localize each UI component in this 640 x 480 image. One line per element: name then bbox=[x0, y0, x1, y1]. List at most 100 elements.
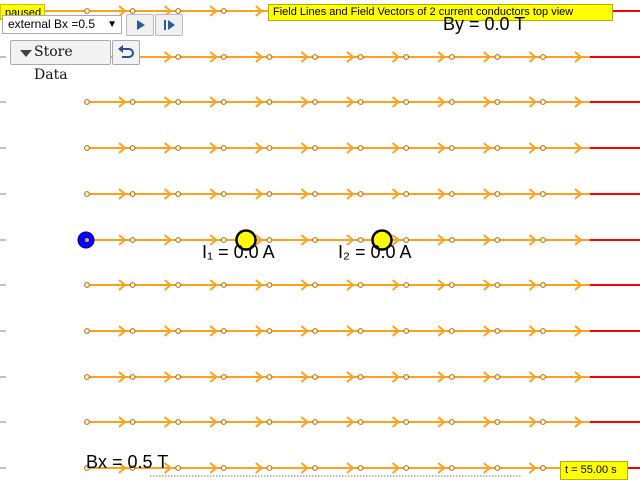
i1-readout: I₁ = 0.0 A bbox=[202, 242, 275, 262]
field-node bbox=[129, 282, 136, 288]
field-node bbox=[357, 145, 364, 151]
field-node bbox=[403, 54, 410, 60]
field-node bbox=[448, 54, 455, 60]
field-node bbox=[540, 419, 546, 425]
field-node bbox=[448, 328, 455, 334]
field-node bbox=[312, 374, 318, 380]
field-node bbox=[175, 465, 182, 471]
field-node bbox=[220, 419, 227, 425]
field-node bbox=[403, 465, 410, 471]
field-node bbox=[266, 282, 273, 288]
probe-dot bbox=[85, 238, 89, 242]
undo-button[interactable] bbox=[112, 40, 140, 65]
field-node bbox=[84, 99, 90, 105]
field-node bbox=[448, 419, 455, 425]
axis-ticks bbox=[0, 10, 6, 469]
store-data-label: Store Data bbox=[34, 44, 73, 83]
step-forward-button[interactable] bbox=[155, 14, 183, 36]
field-node bbox=[312, 328, 318, 334]
field-node bbox=[129, 328, 136, 334]
play-icon bbox=[137, 20, 145, 30]
field-node bbox=[540, 99, 546, 105]
field-node bbox=[220, 191, 227, 197]
field-node bbox=[84, 8, 90, 14]
field-select-value: external Bx =0.5 bbox=[8, 17, 96, 31]
field-node bbox=[494, 191, 501, 197]
field-node bbox=[494, 99, 501, 105]
dropdown-arrow-icon: ▼ bbox=[107, 19, 117, 30]
field-node bbox=[357, 99, 364, 105]
field-node bbox=[266, 54, 273, 60]
field-node bbox=[403, 328, 410, 334]
field-select[interactable]: external Bx =0.5 ▼ bbox=[2, 15, 122, 34]
field-node bbox=[220, 282, 227, 288]
field-node bbox=[175, 282, 182, 288]
field-node bbox=[403, 99, 410, 105]
play-button[interactable] bbox=[126, 14, 154, 36]
field-node bbox=[220, 328, 227, 334]
field-node bbox=[266, 419, 273, 425]
field-node bbox=[540, 191, 546, 197]
field-node bbox=[312, 99, 318, 105]
field-node bbox=[220, 374, 227, 380]
by-readout: By = 0.0 T bbox=[443, 14, 526, 34]
field-node bbox=[129, 99, 136, 105]
field-node bbox=[129, 8, 136, 14]
field-node bbox=[494, 54, 501, 60]
field-node bbox=[175, 191, 182, 197]
field-node bbox=[84, 328, 90, 334]
field-node bbox=[84, 191, 90, 197]
field-node bbox=[312, 282, 318, 288]
field-node bbox=[266, 374, 273, 380]
field-node bbox=[220, 99, 227, 105]
field-node bbox=[494, 419, 501, 425]
field-node bbox=[494, 145, 501, 151]
title-box: Field Lines and Field Vectors of 2 curre… bbox=[268, 4, 613, 21]
field-node bbox=[312, 237, 318, 243]
field-node bbox=[357, 191, 364, 197]
field-node bbox=[175, 8, 182, 14]
field-node bbox=[312, 54, 318, 60]
step-forward-icon bbox=[164, 20, 175, 30]
field-node bbox=[84, 282, 90, 288]
field-node bbox=[266, 465, 273, 471]
field-node bbox=[540, 328, 546, 334]
field-node bbox=[266, 99, 273, 105]
field-node bbox=[403, 282, 410, 288]
field-node bbox=[540, 282, 546, 288]
field-node bbox=[494, 374, 501, 380]
field-node bbox=[357, 54, 364, 60]
field-node bbox=[540, 465, 546, 471]
time-readout: t = 55.00 s bbox=[560, 461, 628, 480]
field-node bbox=[175, 145, 182, 151]
field-node bbox=[84, 374, 90, 380]
field-node bbox=[540, 237, 546, 243]
chevron-down-icon bbox=[20, 50, 32, 57]
store-data-button[interactable]: Store Data bbox=[10, 40, 111, 83]
field-node bbox=[448, 237, 455, 243]
field-node bbox=[448, 145, 455, 151]
field-node bbox=[84, 419, 90, 425]
field-node bbox=[357, 282, 364, 288]
field-node bbox=[403, 145, 410, 151]
field-node bbox=[494, 328, 501, 334]
field-node bbox=[357, 419, 364, 425]
field-node bbox=[175, 374, 182, 380]
field-node bbox=[312, 419, 318, 425]
field-node bbox=[220, 465, 227, 471]
field-node bbox=[220, 54, 227, 60]
field-node bbox=[448, 282, 455, 288]
field-node bbox=[448, 99, 455, 105]
field-node bbox=[220, 8, 227, 14]
field-node bbox=[540, 54, 546, 60]
field-node bbox=[129, 237, 136, 243]
field-node bbox=[266, 328, 273, 334]
undo-icon bbox=[118, 45, 134, 58]
field-node bbox=[448, 465, 455, 471]
field-node bbox=[129, 145, 136, 151]
field-node bbox=[129, 191, 136, 197]
field-node bbox=[129, 419, 136, 425]
field-node bbox=[312, 465, 318, 471]
field-node bbox=[494, 465, 501, 471]
field-node bbox=[175, 99, 182, 105]
